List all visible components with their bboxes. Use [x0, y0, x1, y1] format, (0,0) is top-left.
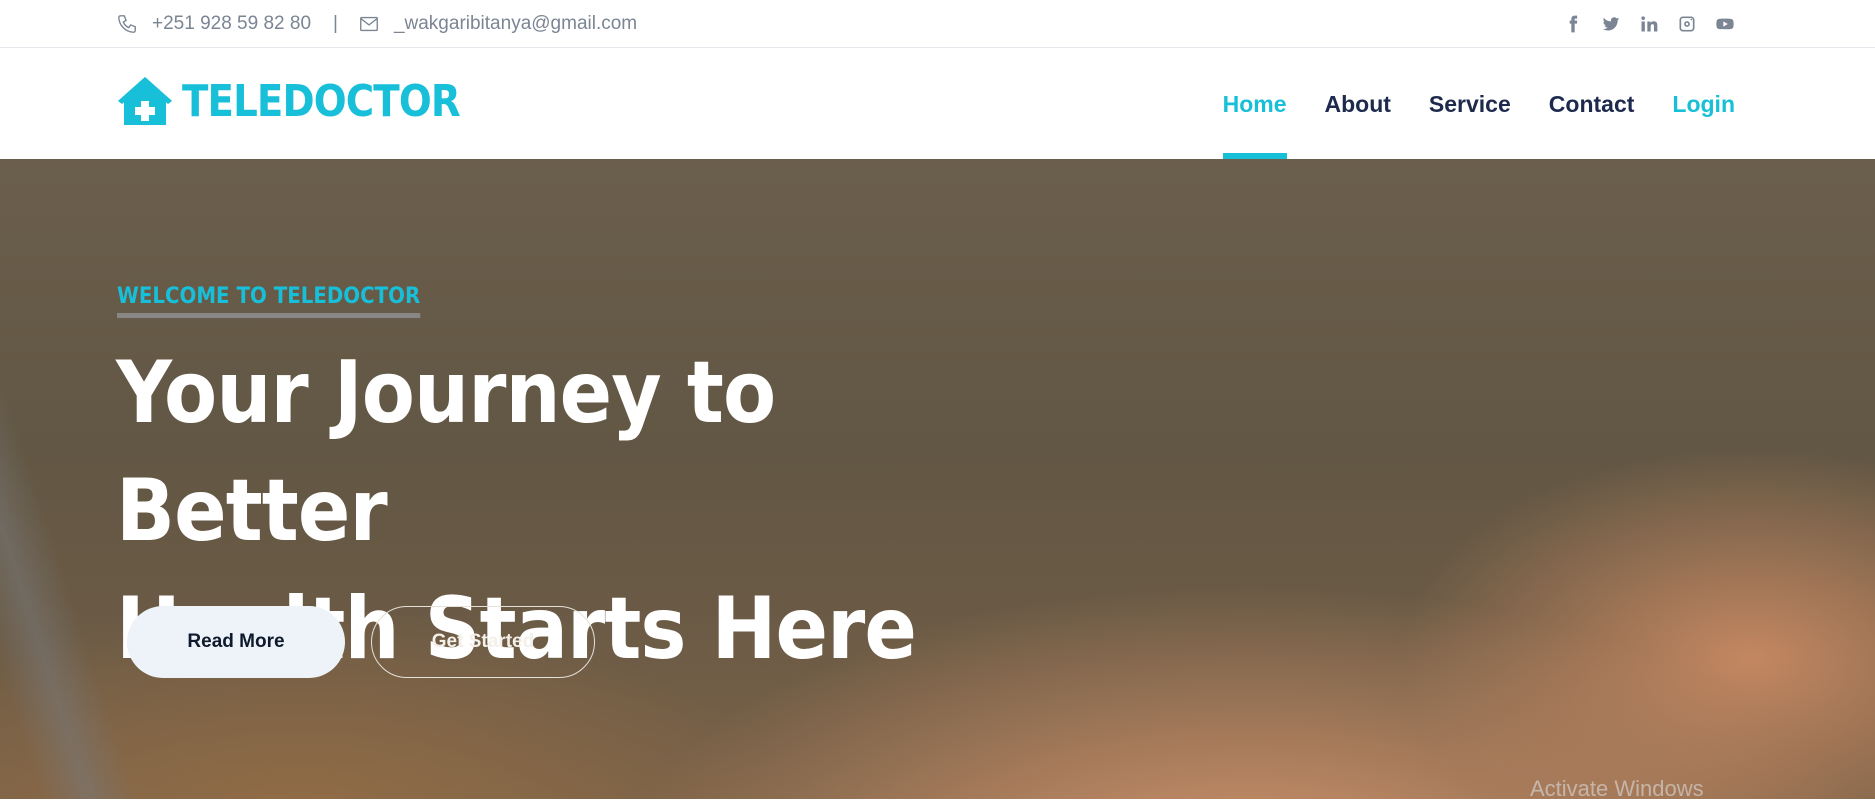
brand-name: TELEDOCTOR [182, 75, 461, 127]
activate-windows-watermark: Activate Windows [1530, 776, 1704, 801]
brand-logo[interactable]: TELEDOCTOR [116, 75, 498, 127]
nav-menu: Home About Service Contact Login [1185, 49, 1735, 159]
hero-eyebrow: WELCOME TO TELEDOCTOR [117, 284, 421, 318]
contact-info: +251 928 59 82 80 | _wakgaribitanya@gmai… [116, 0, 637, 48]
phone-icon [118, 15, 136, 33]
mail-icon [360, 16, 378, 32]
facebook-icon[interactable] [1561, 12, 1585, 36]
nav-contact[interactable]: Contact [1549, 49, 1635, 159]
linkedin-icon[interactable] [1637, 12, 1661, 36]
twitter-icon[interactable] [1599, 12, 1623, 36]
social-links [1561, 0, 1737, 48]
nav-login[interactable]: Login [1672, 49, 1735, 159]
main-navbar: TELEDOCTOR Home About Service Contact Lo… [0, 49, 1875, 159]
email-address: _wakgaribitanya@gmail.com [393, 13, 638, 34]
hero-headline-line-1: Your Journey to Better [116, 343, 776, 561]
house-medical-icon [118, 77, 172, 125]
get-started-button[interactable]: Get Started [371, 606, 595, 678]
youtube-icon[interactable] [1713, 12, 1737, 36]
phone-number: +251 928 59 82 80 [152, 13, 312, 34]
contact-separator: | [333, 13, 338, 34]
nav-home[interactable]: Home [1222, 49, 1287, 159]
nav-about[interactable]: About [1325, 49, 1391, 159]
read-more-button[interactable]: Read More [127, 606, 345, 678]
instagram-icon[interactable] [1675, 12, 1699, 36]
nav-service[interactable]: Service [1429, 49, 1511, 159]
hero-section: WELCOME TO TELEDOCTOR Your Journey to Be… [0, 159, 1875, 799]
top-bar: +251 928 59 82 80 | _wakgaribitanya@gmai… [0, 0, 1875, 48]
